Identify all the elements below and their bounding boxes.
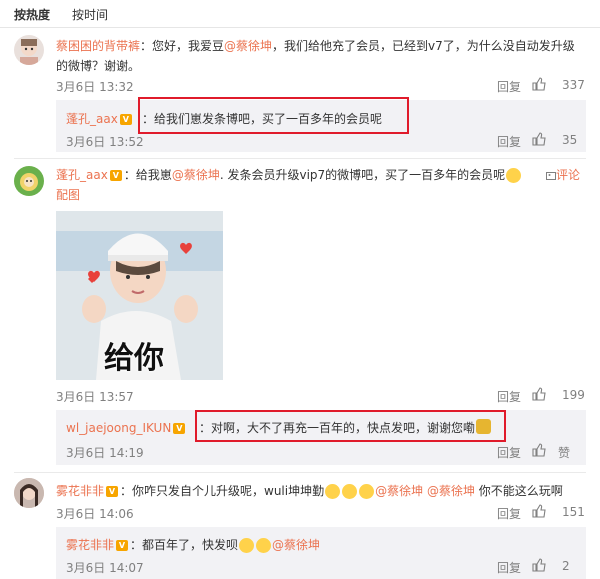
comment-body: 蓬孔_aax V ：给我崽@蔡徐坤. 发条会员升级vip7的微博吧，买了一百多年的会… [56,165,586,205]
like-icon[interactable] [532,557,546,572]
vip-badge-icon: V [109,170,122,181]
mention-link[interactable]: @蔡徐坤 [272,538,320,552]
avatar[interactable] [14,35,44,65]
reply-button[interactable]: 回复 [497,559,521,576]
reply-button[interactable]: 回复 [497,505,521,522]
view-image-link[interactable]: 配图 [56,188,80,202]
comment-time: 3月6日 14:07 [66,561,144,575]
comment-text: ：您好，我爱豆 [140,39,225,53]
mention-link[interactable]: @蔡徐坤 [172,168,220,182]
reply-button[interactable]: 回复 [497,78,521,95]
comment-text: ：给我崽 [123,168,172,182]
laughing-emoji-icon [359,484,375,499]
comment-text: ，我们给他充了会员，已经到v7了，为什么没自动发升级 [272,39,575,53]
comment-author[interactable]: 雾花非非 [56,484,104,498]
reply-body: 雾花非非 V ：都百年了，快发呗 @蔡徐坤 [66,536,320,553]
comment-time: 3月6日 13:52 [66,135,144,149]
like-icon[interactable] [532,503,546,518]
mention-link[interactable]: @蔡徐坤 [224,39,272,53]
comment-link-label: 评论 [556,168,581,182]
reply-button[interactable]: 回复 [497,133,521,150]
smirk-emoji-icon [256,538,272,553]
tab-time[interactable]: 按时间 [72,6,108,23]
reply-body: 蓬孔_aax V [66,110,134,127]
crying-emoji-icon [506,168,522,183]
reply-body: wl_jaejoong_IKUN V [66,421,187,435]
mention-link[interactable]: @蔡徐坤 [375,484,423,498]
comment-text: 你不能这么玩啊 [478,484,563,498]
like-count: 337 [562,78,585,92]
comment-text: . 发条会员升级vip7的微博吧，买了一百多年的会员呢 [219,168,506,182]
comment-text: ：都百年了，快发呗 [130,538,239,552]
like-icon[interactable] [532,386,546,401]
comment-author[interactable]: 雾花非非 [66,538,114,552]
comment-text: ：给我们崽发条博吧，买了一百多年的会员呢 [142,112,383,126]
comment-time: 3月6日 14:06 [56,507,134,521]
smirk-emoji-icon [239,538,255,553]
mention-link[interactable]: @蔡徐坤 [427,484,475,498]
comment-author[interactable]: 蓬孔_aax [66,112,118,126]
sort-tabs-bar: 按热度 按时间 [0,0,600,28]
divider [14,158,586,159]
like-count: 199 [562,388,585,402]
laughing-emoji-icon [342,484,358,499]
image-icon [546,171,556,180]
like-icon[interactable] [532,76,546,91]
comment-time: 3月6日 13:57 [56,390,134,404]
comment-body: 雾花非非 V ：你咋只发自个儿升级呢，wuli坤坤勤 @蔡徐坤 @蔡徐坤 你不能这么玩… [56,481,586,501]
like-icon[interactable] [532,131,546,146]
divider [14,472,586,473]
like-count: 2 [562,559,570,573]
comment-time: 3月6日 13:32 [56,80,134,94]
vip-badge-icon: V [119,114,132,125]
tab-hot[interactable]: 按热度 [14,6,50,23]
avatar-teletubby-icon [20,173,38,191]
avatar-cartoon-icon [20,39,38,65]
salute-emoji-icon [476,419,491,434]
comment-body: 蔡困困的背带裤：您好，我爱豆@蔡徐坤，我们给他充了会员，已经到v7了，为什么没自… [56,36,586,76]
like-label: 赞 [558,446,571,460]
vip-badge-icon: V [116,540,129,551]
comment-text: ：你咋只发自个儿升级呢，wuli坤坤勤 [120,484,325,498]
like-icon[interactable] [532,442,546,457]
like-count: 35 [562,133,578,147]
avatar-girl-icon [14,478,44,508]
image-caption: 给你 [104,341,164,376]
comment-image[interactable]: 给你 [56,211,223,380]
avatar[interactable] [14,478,44,508]
avatar[interactable] [14,166,44,196]
reply-button[interactable]: 回复 [497,388,521,405]
comment-author[interactable]: 蔡困困的背带裤 [56,39,140,53]
comment-author[interactable]: 蓬孔_aax [56,168,108,182]
comment-author[interactable]: wl_jaejoong_IKUN [66,421,171,435]
comment-time: 3月6日 14:19 [66,446,144,460]
vip-badge-icon: V [173,423,186,434]
comment-link[interactable]: 评论 [546,165,580,185]
comment-text: 的微博？谢谢。 [56,59,141,73]
vip-badge-icon: V [106,486,119,497]
comment-text: ：对啊，大不了再充一百年的，快点发吧，谢谢您嘞 [199,421,476,435]
laughing-emoji-icon [325,484,341,499]
like-count: 151 [562,505,585,519]
reply-button[interactable]: 回复 [497,444,521,461]
